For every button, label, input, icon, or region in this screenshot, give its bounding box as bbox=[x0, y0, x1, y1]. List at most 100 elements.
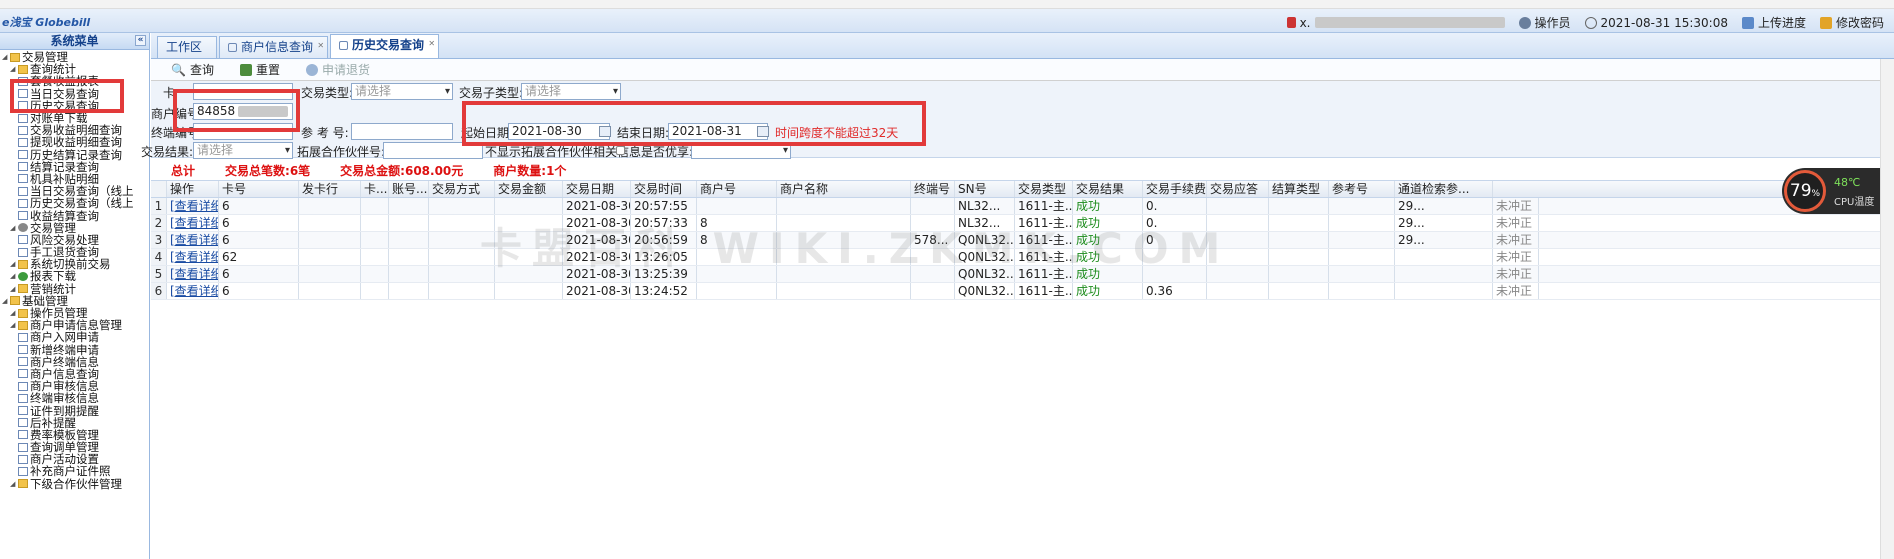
tab-merchant-query[interactable]: 商户信息查询 ✕ bbox=[219, 35, 329, 58]
sidebar-item[interactable]: 历史交易查询（线上 bbox=[0, 197, 149, 209]
ref-input[interactable] bbox=[351, 123, 453, 140]
merchant-no-input[interactable]: 84858 bbox=[193, 103, 293, 120]
table-cell: 2021-08-30 bbox=[563, 249, 631, 265]
table-row[interactable]: 1[查看详细]6 2021-08-3020:57:55 NL32...1611-主.… bbox=[151, 198, 1894, 215]
sidebar-item[interactable]: 证件到期提醒 bbox=[0, 404, 149, 417]
expand-icon[interactable]: ◢ bbox=[2, 295, 8, 307]
summary-amount: 交易总金额:608.00元 bbox=[340, 163, 464, 178]
discount-select[interactable] bbox=[691, 142, 791, 159]
query-button[interactable]: 🔍 查询 bbox=[171, 61, 214, 78]
partner-input[interactable] bbox=[383, 142, 483, 159]
column-header[interactable]: 交易类型 bbox=[1015, 181, 1073, 197]
sidebar-item[interactable]: 套餐收益报表 bbox=[0, 75, 149, 87]
calendar-icon[interactable] bbox=[599, 126, 611, 137]
sidebar-item[interactable]: ◢ 营销统计 bbox=[0, 283, 149, 295]
column-header[interactable]: 终端号 bbox=[911, 181, 955, 197]
page-icon bbox=[18, 454, 28, 464]
view-detail-link[interactable]: [查看详细] bbox=[167, 283, 219, 299]
lock-icon bbox=[1286, 17, 1296, 28]
summary-total: 总计 bbox=[171, 163, 196, 178]
column-header[interactable]: 参考号 bbox=[1329, 181, 1395, 197]
sidebar-item[interactable]: 历史结算记录查询 bbox=[0, 149, 149, 161]
tab-workspace[interactable]: 工作区 bbox=[157, 36, 218, 58]
view-detail-link[interactable]: [查看详细] bbox=[167, 249, 219, 265]
page-icon bbox=[18, 235, 28, 245]
expand-icon[interactable]: ◢ bbox=[10, 270, 16, 282]
sidebar-item[interactable]: ◢ 下级合作伙伴管理 bbox=[0, 478, 149, 490]
column-header[interactable]: 结算类型 bbox=[1269, 181, 1329, 197]
column-header[interactable]: 发卡行 bbox=[299, 181, 361, 197]
column-header[interactable]: 交易应答 bbox=[1207, 181, 1269, 197]
table-row[interactable]: 4[查看详细]62 2021-08-3013:26:05 Q0NL32...1611… bbox=[151, 249, 1894, 266]
sidebar-item[interactable]: 当日交易查询 bbox=[0, 88, 149, 100]
expand-icon[interactable]: ◢ bbox=[10, 258, 16, 270]
view-detail-link[interactable]: [查看详细] bbox=[167, 215, 219, 231]
table-row[interactable]: 5[查看详细]6 2021-08-3013:25:39 Q0NL32...1611-… bbox=[151, 266, 1894, 283]
table-cell bbox=[697, 249, 777, 265]
close-icon[interactable]: ✕ bbox=[428, 33, 435, 54]
refund-button[interactable]: 申请退货 bbox=[305, 61, 370, 78]
sidebar-item[interactable]: ◢ 报表下载 bbox=[0, 270, 149, 282]
sidebar-item[interactable]: 新增终端申请 bbox=[0, 344, 149, 356]
table-cell bbox=[697, 266, 777, 282]
page-icon bbox=[18, 174, 28, 184]
table-cell bbox=[1269, 198, 1329, 214]
sidebar-item[interactable]: 补充商户证件照 bbox=[0, 465, 149, 477]
expand-icon[interactable]: ◢ bbox=[10, 478, 16, 490]
column-header[interactable]: 交易金额 bbox=[495, 181, 563, 197]
tab-history-query[interactable]: 历史交易查询 ✕ bbox=[330, 33, 440, 58]
column-header[interactable]: 交易方式 bbox=[429, 181, 495, 197]
column-header[interactable]: 操作 bbox=[167, 181, 219, 197]
calendar-icon[interactable] bbox=[757, 126, 769, 137]
table-row[interactable]: 3[查看详细]6 2021-08-3020:56:598 578...Q0NL32.… bbox=[151, 232, 1894, 249]
transaction-table: 操作 卡号 发卡行 卡... 账号... 交易方式 交易金额 交易日期 交易时间 商户号 商户名称终… bbox=[151, 180, 1894, 320]
column-header[interactable]: 卡号 bbox=[219, 181, 299, 197]
column-header[interactable]: 交易结果 bbox=[1073, 181, 1143, 197]
datetime-item: 2021-08-31 15:30:08 bbox=[1584, 16, 1728, 30]
txn-subtype-select[interactable]: 请选择 bbox=[521, 83, 621, 100]
reset-button[interactable]: 重置 bbox=[239, 61, 280, 78]
column-header[interactable]: 卡... bbox=[361, 181, 389, 197]
column-header[interactable] bbox=[151, 181, 167, 197]
column-header[interactable]: 交易手续费 bbox=[1143, 181, 1207, 197]
column-header[interactable]: 交易日期 bbox=[563, 181, 631, 197]
end-date-input[interactable]: 2021-08-31 bbox=[668, 123, 768, 140]
expand-icon[interactable]: ◢ bbox=[10, 222, 16, 234]
collapse-sidebar-button[interactable]: « bbox=[135, 35, 146, 46]
expand-icon[interactable]: ◢ bbox=[10, 307, 16, 319]
expand-icon[interactable]: ◢ bbox=[10, 283, 16, 295]
sidebar-item[interactable]: 商户入网申请 bbox=[0, 331, 149, 343]
view-detail-link[interactable]: [查看详细] bbox=[167, 198, 219, 214]
view-detail-link[interactable]: [查看详细] bbox=[167, 232, 219, 248]
upload-progress-link[interactable]: 上传进度 bbox=[1741, 14, 1806, 31]
sidebar-item[interactable]: 后补提醒 bbox=[0, 417, 149, 429]
expand-icon[interactable]: ◢ bbox=[10, 63, 16, 75]
sidebar-item[interactable]: 提现收益明细查询 bbox=[0, 136, 149, 148]
start-date-input[interactable]: 2021-08-30 bbox=[508, 123, 610, 140]
sidebar-item[interactable]: 终端审核信息 bbox=[0, 392, 149, 404]
sidebar-item[interactable]: 收益结算查询 bbox=[0, 209, 149, 222]
page-icon bbox=[18, 466, 28, 476]
sidebar-item[interactable]: ◢ 交易管理 bbox=[0, 222, 149, 234]
column-header[interactable]: SN号 bbox=[955, 181, 1015, 197]
column-header[interactable]: 交易时间 bbox=[631, 181, 697, 197]
card-input[interactable] bbox=[193, 83, 293, 100]
column-header[interactable]: 商户号 bbox=[697, 181, 777, 197]
table-row[interactable]: 6[查看详细]6 2021-08-3013:24:52 Q0NL32...1611-… bbox=[151, 283, 1894, 300]
table-cell bbox=[389, 283, 429, 299]
column-header[interactable]: 账号... bbox=[389, 181, 429, 197]
result-select[interactable]: 请选择 bbox=[193, 142, 293, 159]
change-password-link[interactable]: 修改密码 bbox=[1819, 14, 1884, 31]
terminal-input[interactable] bbox=[193, 123, 293, 140]
expand-icon[interactable]: ◢ bbox=[10, 319, 16, 331]
view-detail-link[interactable]: [查看详细] bbox=[167, 266, 219, 282]
table-row[interactable]: 2[查看详细]6 2021-08-3020:57:338 NL32...1611-主… bbox=[151, 215, 1894, 232]
txn-type-select[interactable]: 请选择 bbox=[351, 83, 453, 100]
vertical-scrollbar[interactable] bbox=[1880, 59, 1894, 559]
page-icon bbox=[18, 125, 28, 135]
expand-icon[interactable]: ◢ bbox=[2, 51, 8, 63]
column-header[interactable]: 通道检索参... bbox=[1395, 181, 1493, 197]
close-icon[interactable]: ✕ bbox=[317, 35, 324, 56]
hide-partner-checkbox[interactable] bbox=[616, 146, 625, 155]
column-header[interactable]: 商户名称 bbox=[777, 181, 911, 197]
